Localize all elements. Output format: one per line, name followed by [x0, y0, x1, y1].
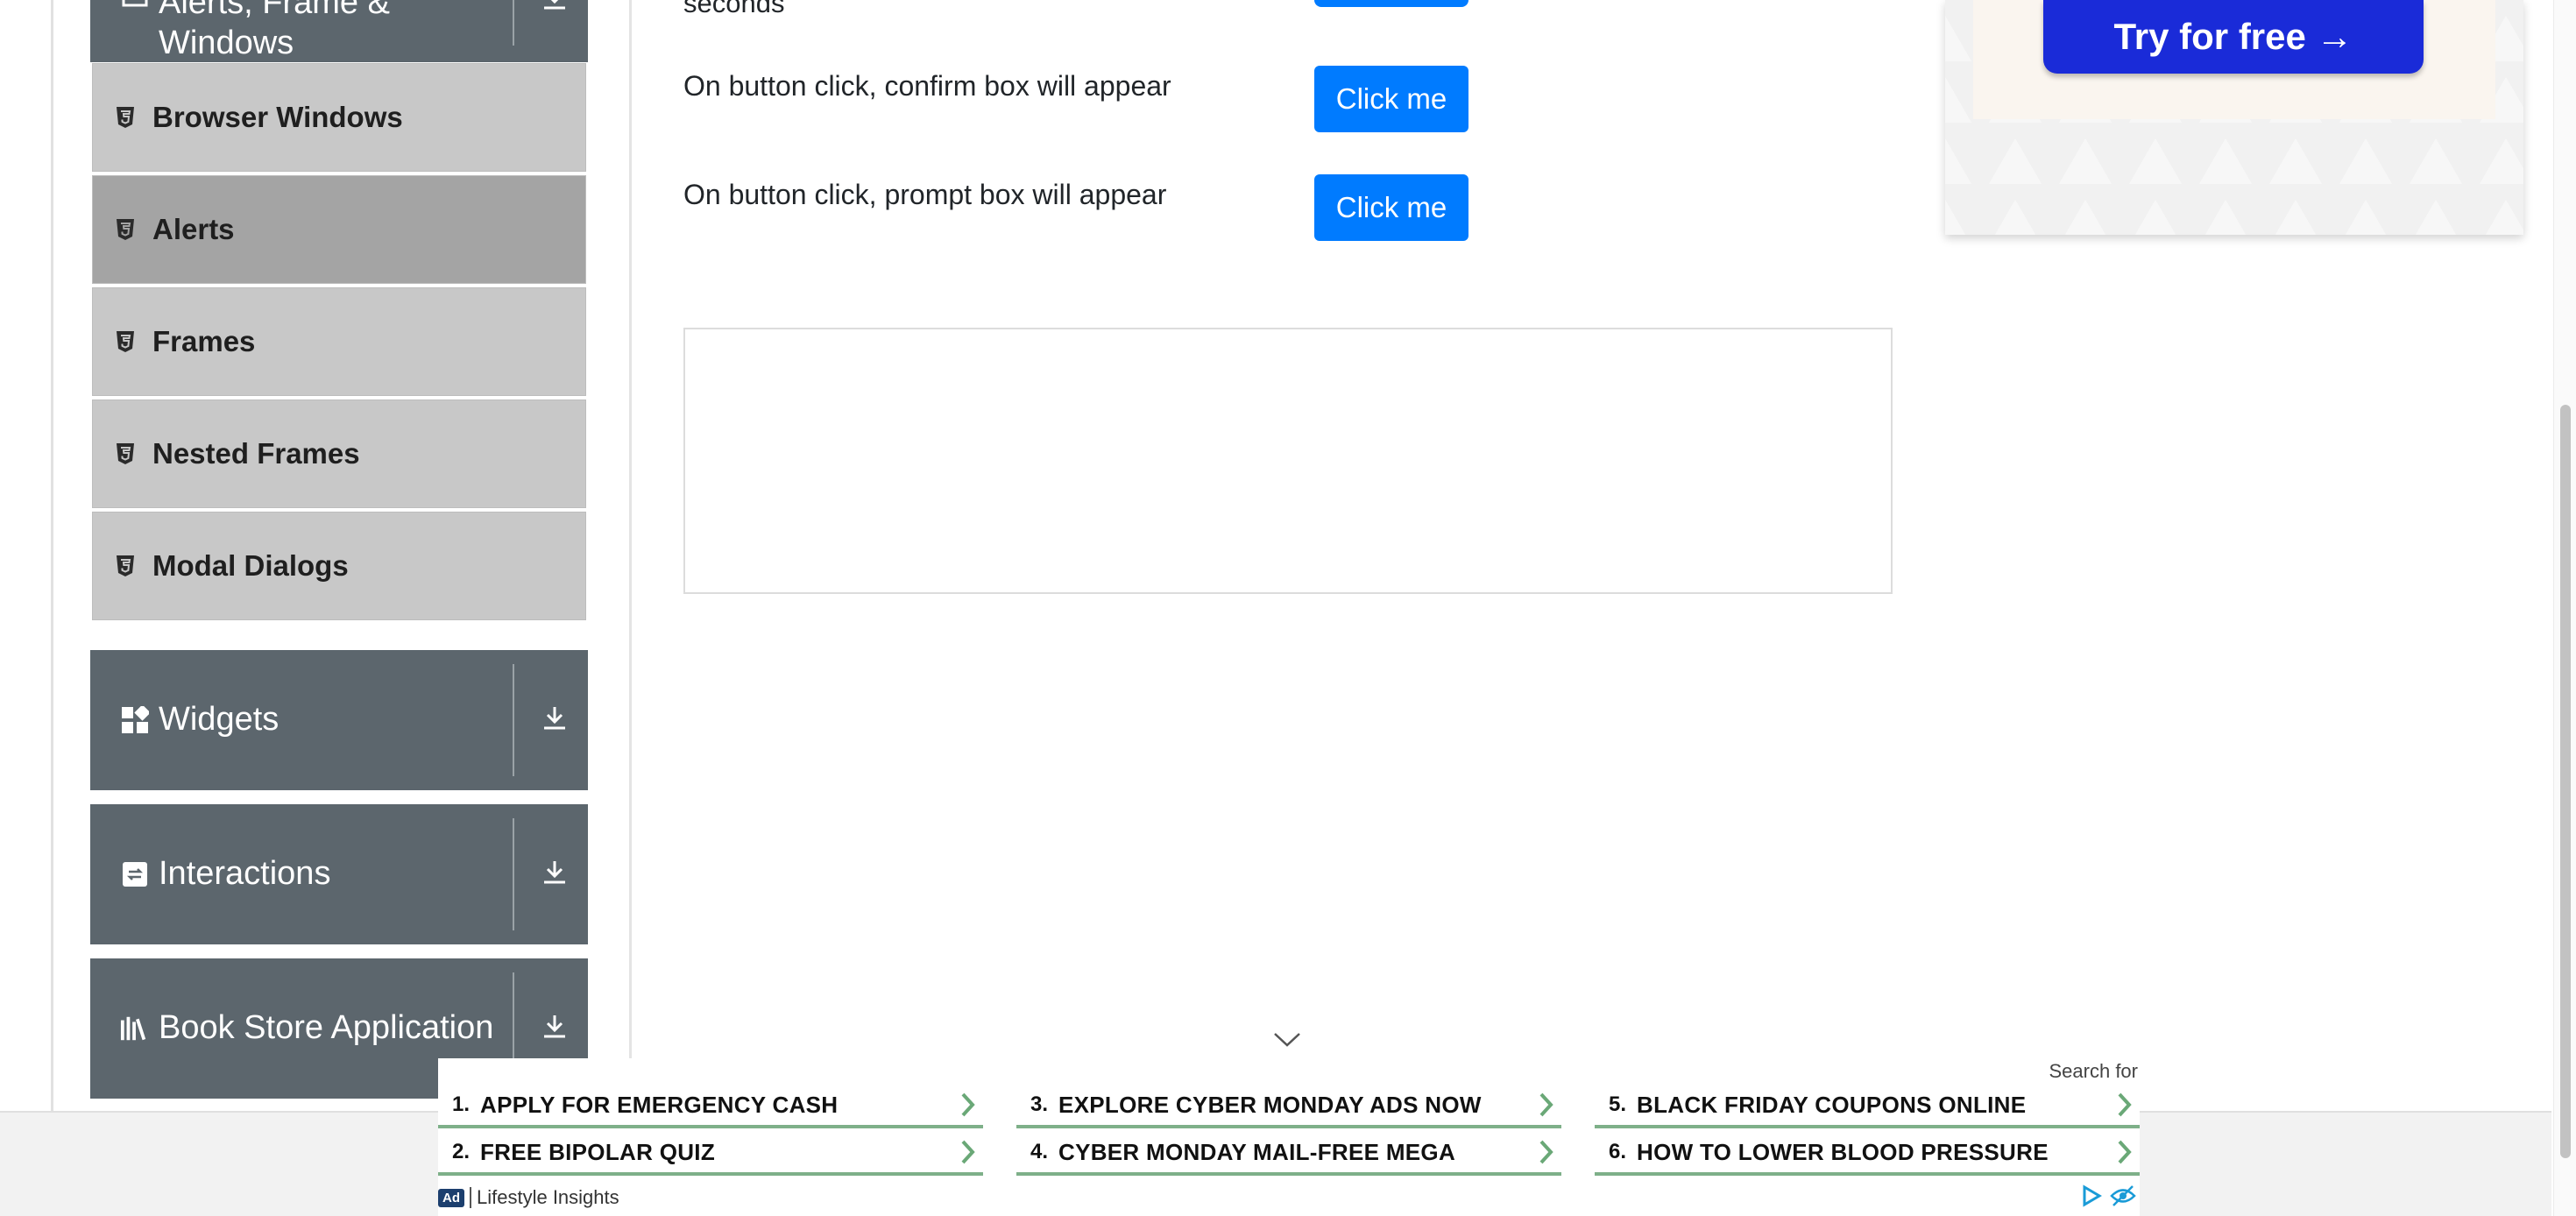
- adchoices-play-icon[interactable]: [2080, 1184, 2103, 1207]
- chevron-right-icon: [961, 1140, 975, 1164]
- ad-badge: Ad: [438, 1188, 464, 1207]
- sidebar-item-label: Modal Dialogs: [152, 549, 349, 582]
- ad-link-text: EXPLORE CYBER MONDAY ADS NOW: [1058, 1091, 1482, 1118]
- search-for-label: Search for: [2049, 1060, 2139, 1082]
- scrollbar-thumb[interactable]: [2560, 405, 2571, 1158]
- group-header-label: Widgets: [159, 701, 280, 738]
- ad-link-1[interactable]: 1. APPLY FOR EMERGENCY CASH: [438, 1085, 983, 1128]
- html5-icon: [116, 330, 135, 353]
- group-header-label: Interactions: [159, 855, 331, 892]
- chevron-right-icon: [1539, 1092, 1553, 1117]
- search-ad: Search for 1. APPLY FOR EMERGENCY CASH 2…: [438, 1058, 2140, 1216]
- ad-link-6[interactable]: 6. HOW TO LOWER BLOOD PRESSURE: [1595, 1132, 2140, 1176]
- html5-icon: [116, 106, 135, 129]
- chevron-down-icon[interactable]: [1272, 1030, 1302, 1050]
- ad-link-number: 3.: [1030, 1092, 1049, 1116]
- sidebar-item-label: Browser Windows: [152, 101, 403, 133]
- sidebar-divider: [629, 0, 632, 1113]
- group-label-line2: Windows: [159, 25, 294, 61]
- prompt-alert-label: On button click, prompt box will appear: [683, 179, 1167, 210]
- group-header-widgets[interactable]: Widgets: [90, 650, 588, 790]
- group-label-line1: Alerts, Frame &: [159, 0, 390, 21]
- prompt-alert-button[interactable]: Click me: [1314, 174, 1468, 241]
- confirm-alert-button[interactable]: Click me: [1314, 66, 1468, 132]
- ad-link-number: 4.: [1030, 1140, 1049, 1163]
- result-box: [683, 328, 1893, 594]
- sidebar-item-alerts[interactable]: Alerts: [92, 175, 586, 284]
- ad-link-text: BLACK FRIDAY COUPONS ONLINE: [1637, 1091, 2027, 1118]
- ad-link-number: 5.: [1609, 1092, 1627, 1116]
- ad-sponsor[interactable]: Lifestyle Insights: [477, 1186, 619, 1209]
- group-header-label: Book Store Application: [159, 1009, 494, 1046]
- sidebar-item-browser-windows[interactable]: Browser Windows: [92, 63, 586, 172]
- download-arrow-icon[interactable]: [539, 0, 570, 18]
- download-arrow-icon[interactable]: [539, 1011, 570, 1046]
- download-arrow-icon[interactable]: [539, 703, 570, 738]
- try-for-free-button[interactable]: Try for free →: [2043, 0, 2424, 74]
- ad-link-text: FREE BIPOLAR QUIZ: [480, 1138, 715, 1165]
- header-separator: [513, 818, 514, 930]
- ad-link-text: APPLY FOR EMERGENCY CASH: [480, 1091, 839, 1118]
- ad-link-5[interactable]: 5. BLACK FRIDAY COUPONS ONLINE: [1595, 1085, 2140, 1128]
- sidebar-item-label: Frames: [152, 325, 256, 357]
- header-separator: [513, 0, 514, 46]
- alert-row-text-fragment: seconds: [683, 0, 785, 18]
- left-border: [51, 0, 53, 1113]
- sidebar-item-modal-dialogs[interactable]: Modal Dialogs: [92, 512, 586, 620]
- page: Alerts, Frame & Windows Browser Windows …: [0, 0, 2576, 1216]
- ad-link-number: 1.: [452, 1092, 471, 1116]
- ad-link-2[interactable]: 2. FREE BIPOLAR QUIZ: [438, 1132, 983, 1176]
- ad-link-4[interactable]: 4. CYBER MONDAY MAIL-FREE MEGA: [1016, 1132, 1561, 1176]
- confirm-alert-label: On button click, confirm box will appear: [683, 70, 1171, 102]
- ad-link-text: HOW TO LOWER BLOOD PRESSURE: [1637, 1138, 2049, 1165]
- group-header-interactions[interactable]: Interactions: [90, 804, 588, 944]
- sidebar-item-label: Nested Frames: [152, 437, 360, 470]
- html5-icon: [116, 555, 135, 577]
- html5-icon: [116, 218, 135, 241]
- ad-link-3[interactable]: 3. EXPLORE CYBER MONDAY ADS NOW: [1016, 1085, 1561, 1128]
- html5-icon: [116, 442, 135, 465]
- chevron-right-icon: [2118, 1092, 2132, 1117]
- hide-ad-eye-icon[interactable]: [2110, 1184, 2136, 1207]
- ad-choices[interactable]: [2080, 1184, 2136, 1207]
- download-arrow-icon[interactable]: [539, 857, 570, 892]
- interactions-icon: [120, 859, 150, 889]
- bookstore-icon: [120, 1014, 150, 1043]
- sidebar-item-frames[interactable]: Frames: [92, 287, 586, 396]
- timer-alert-button[interactable]: [1314, 0, 1468, 7]
- group-header-alerts-frame-windows[interactable]: Alerts, Frame & Windows: [90, 0, 588, 62]
- ad-link-text: CYBER MONDAY MAIL-FREE MEGA: [1058, 1138, 1456, 1165]
- chevron-right-icon: [961, 1092, 975, 1117]
- sidebar-item-label: Alerts: [152, 213, 235, 245]
- sidebar: Alerts, Frame & Windows Browser Windows …: [90, 0, 588, 1099]
- chevron-right-icon: [1539, 1140, 1553, 1164]
- ad-footer: Ad Lifestyle Insights: [438, 1186, 619, 1209]
- header-separator: [513, 664, 514, 776]
- ad-banner-top[interactable]: Try for free →: [1945, 0, 2523, 235]
- widgets-icon: [120, 705, 150, 735]
- chevron-right-icon: [2118, 1140, 2132, 1164]
- group-header-label: Alerts, Frame & Windows: [159, 0, 390, 63]
- ad-footer-divider: [470, 1187, 471, 1208]
- ad-link-number: 2.: [452, 1140, 471, 1163]
- ad-link-number: 6.: [1609, 1140, 1627, 1163]
- list-icon: [120, 0, 150, 9]
- sidebar-item-nested-frames[interactable]: Nested Frames: [92, 399, 586, 508]
- menu-list: Browser Windows Alerts Frames Nested Fra…: [90, 62, 588, 620]
